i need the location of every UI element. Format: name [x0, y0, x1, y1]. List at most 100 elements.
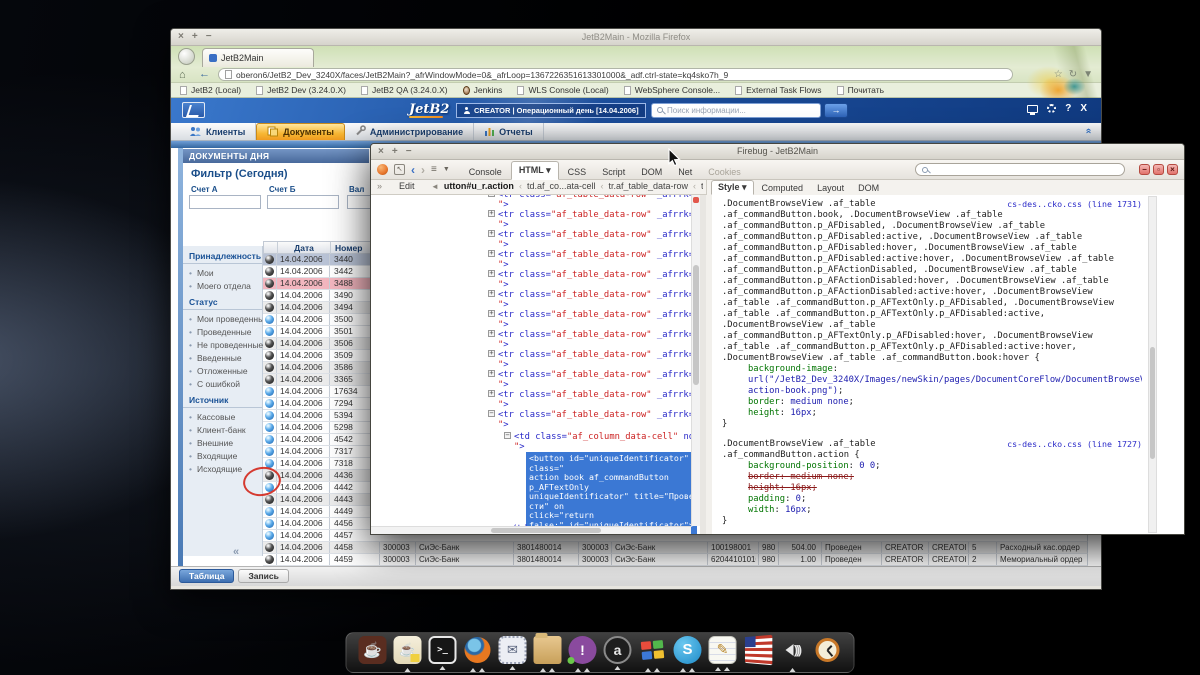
- bookmark-star-icon[interactable]: ☆: [1054, 67, 1063, 82]
- panel-menu-icon[interactable]: ≡: [431, 164, 437, 175]
- document-action-icon[interactable]: [265, 507, 274, 516]
- column-header-date[interactable]: Дата: [277, 242, 330, 254]
- bookmark-item[interactable]: Jenkins: [463, 85, 503, 95]
- notes-editor-icon[interactable]: ✎: [709, 636, 737, 664]
- table-row[interactable]: 14.04.20064459300003СиЭс-Банк38014800143…: [263, 554, 1088, 566]
- history-back-icon[interactable]: ‹: [411, 164, 415, 176]
- bookmark-item[interactable]: JetB2 Dev (3.24.0.X): [256, 85, 346, 95]
- facet-item[interactable]: Входящие: [183, 449, 262, 462]
- expand-expander-icon[interactable]: +: [488, 270, 495, 277]
- expand-expander-icon[interactable]: +: [488, 290, 495, 297]
- skype-icon[interactable]: S: [674, 636, 702, 664]
- breadcrumb-scroll-left-icon[interactable]: ◄: [431, 182, 439, 191]
- breadcrumb-item[interactable]: tbo: [701, 181, 703, 191]
- document-action-icon[interactable]: [265, 495, 274, 504]
- inspect-element-icon[interactable]: ↖: [394, 164, 405, 175]
- keyboard-layout-us-icon[interactable]: [745, 634, 772, 665]
- breadcrumb-item[interactable]: tr.af_table_data-row: [608, 181, 688, 191]
- firefox-icon[interactable]: [464, 636, 492, 664]
- html-tree-node[interactable]: +<tr class="af_table_data-row" _afrrk="1…: [371, 230, 691, 250]
- nav-tab-Документы[interactable]: Документы: [256, 123, 345, 140]
- edit-button[interactable]: Edit: [395, 181, 419, 191]
- css-property[interactable]: background-image: url("/JetB2_Dev_3240X/…: [722, 364, 1142, 397]
- document-action-icon[interactable]: [265, 303, 274, 312]
- document-action-icon[interactable]: [265, 555, 274, 564]
- html-tree-node[interactable]: +<tr class="af_table_data-row" _afrrk="1…: [371, 390, 691, 410]
- css-file-link[interactable]: cs-des..cko.css (line 1731): [1007, 199, 1142, 210]
- terminal-icon[interactable]: >_: [429, 636, 457, 664]
- facet-item[interactable]: Клиент-банк: [183, 423, 262, 436]
- reload-icon[interactable]: ↻: [1069, 67, 1077, 82]
- close-firebug-icon[interactable]: ×: [1167, 164, 1178, 175]
- monitor-icon[interactable]: [1027, 105, 1038, 113]
- html-panel-hscrollbar[interactable]: [371, 526, 691, 534]
- firebug-tab-CSS[interactable]: CSS: [561, 164, 594, 180]
- css-property[interactable]: height: 16px;: [722, 483, 1142, 494]
- scrollbar-thumb[interactable]: [491, 528, 601, 533]
- facet-item[interactable]: Кассовые: [183, 410, 262, 423]
- document-action-icon[interactable]: [265, 399, 274, 408]
- facet-item[interactable]: Не проведенные: [183, 338, 262, 351]
- nav-tab-Клиенты[interactable]: Клиенты: [179, 123, 256, 140]
- html-tree-node[interactable]: +<tr class="af_table_data-row" _afrrk="9…: [371, 210, 691, 230]
- filter-input-2[interactable]: [267, 195, 339, 209]
- side-tab-DOM[interactable]: DOM: [852, 182, 885, 194]
- file-manager-icon[interactable]: [534, 636, 562, 664]
- document-action-icon[interactable]: [265, 363, 274, 372]
- dropdown-arrow-icon[interactable]: ▼: [1083, 67, 1093, 82]
- css-property[interactable]: width: 16px;: [722, 505, 1142, 516]
- maximize-window-icon[interactable]: +: [192, 30, 198, 44]
- bookmark-item[interactable]: JetB2 QA (3.24.0.X): [361, 85, 448, 95]
- firebug-tab-Console[interactable]: Console: [462, 164, 509, 180]
- html-tree-node[interactable]: +<tr class="af_table_data-row" _afrrk="1…: [371, 290, 691, 310]
- html-tree-node[interactable]: +<tr class="af_table_data-row" _afrrk="1…: [371, 330, 691, 350]
- firebug-titlebar[interactable]: × + − Firebug - JetB2Main: [371, 144, 1184, 160]
- view-tab-Запись[interactable]: Запись: [238, 569, 288, 583]
- url-bar[interactable]: oberon6/JetB2_Dev_3240X/faces/JetB2Main?…: [218, 68, 1013, 81]
- collapse-expander-icon[interactable]: −: [488, 410, 495, 417]
- scrollbar-thumb[interactable]: [693, 265, 699, 385]
- gear-icon[interactable]: [1047, 104, 1056, 113]
- document-action-icon[interactable]: [265, 435, 274, 444]
- app-search-input[interactable]: Поиск информации...: [651, 103, 821, 118]
- expand-expander-icon[interactable]: +: [488, 370, 495, 377]
- firebug-tab-HTML[interactable]: HTML ▾: [511, 161, 559, 180]
- side-tab-Computed[interactable]: Computed: [756, 182, 810, 194]
- bookmark-item[interactable]: WebSphere Console...: [624, 85, 720, 95]
- collapse-expander-icon[interactable]: −: [504, 432, 511, 439]
- facet-item[interactable]: Проведенные: [183, 325, 262, 338]
- clock-icon[interactable]: [814, 636, 842, 664]
- minimize-window-icon[interactable]: −: [406, 145, 412, 159]
- history-forward-icon[interactable]: ›: [421, 164, 425, 176]
- document-action-icon[interactable]: [265, 423, 274, 432]
- document-action-icon[interactable]: [265, 267, 274, 276]
- firebug-tab-Script[interactable]: Script: [595, 164, 632, 180]
- html-tree-node[interactable]: −<tr class="af_table_data-row" _afrrk="1…: [371, 410, 691, 430]
- html-tree-node[interactable]: +<tr class="af_table_data-row" _afrrk="1…: [371, 250, 691, 270]
- home-icon[interactable]: ⌂: [179, 68, 186, 82]
- coffee-app-icon[interactable]: ☕: [359, 636, 387, 664]
- bookmark-item[interactable]: External Task Flows: [735, 85, 821, 95]
- nav-tab-Администрирование[interactable]: Администрирование: [345, 123, 474, 140]
- facet-item[interactable]: Моего отдела: [183, 279, 262, 292]
- document-action-icon[interactable]: [265, 543, 274, 552]
- document-action-icon[interactable]: [265, 519, 274, 528]
- document-action-icon[interactable]: [265, 339, 274, 348]
- email-client-icon[interactable]: ✉: [499, 636, 527, 664]
- html-tree-node[interactable]: +<tr class="af_table_data-row" _afrrk="8…: [371, 195, 691, 210]
- facet-item[interactable]: Введенные: [183, 351, 262, 364]
- close-window-icon[interactable]: ×: [378, 145, 384, 159]
- detach-firebug-icon[interactable]: ▫: [1153, 164, 1164, 175]
- firebug-tab-DOM[interactable]: DOM: [634, 164, 669, 180]
- css-property[interactable]: height: 16px;: [722, 408, 1142, 419]
- expand-expander-icon[interactable]: +: [488, 195, 495, 197]
- maximize-window-icon[interactable]: +: [392, 145, 398, 159]
- view-tab-Таблица[interactable]: Таблица: [179, 569, 234, 583]
- css-property[interactable]: border: medium none;: [722, 472, 1142, 483]
- expand-expander-icon[interactable]: +: [488, 210, 495, 217]
- facet-item[interactable]: Внешние: [183, 436, 262, 449]
- html-tree-node[interactable]: +<tr class="af_table_data-row" _afrrk="1…: [371, 350, 691, 370]
- firefox-titlebar[interactable]: × + − JetB2Main - Mozilla Firefox: [171, 29, 1101, 46]
- table-row[interactable]: 14.04.20064458300003СиЭс-Банк38014800143…: [263, 542, 1088, 554]
- expand-expander-icon[interactable]: +: [488, 330, 495, 337]
